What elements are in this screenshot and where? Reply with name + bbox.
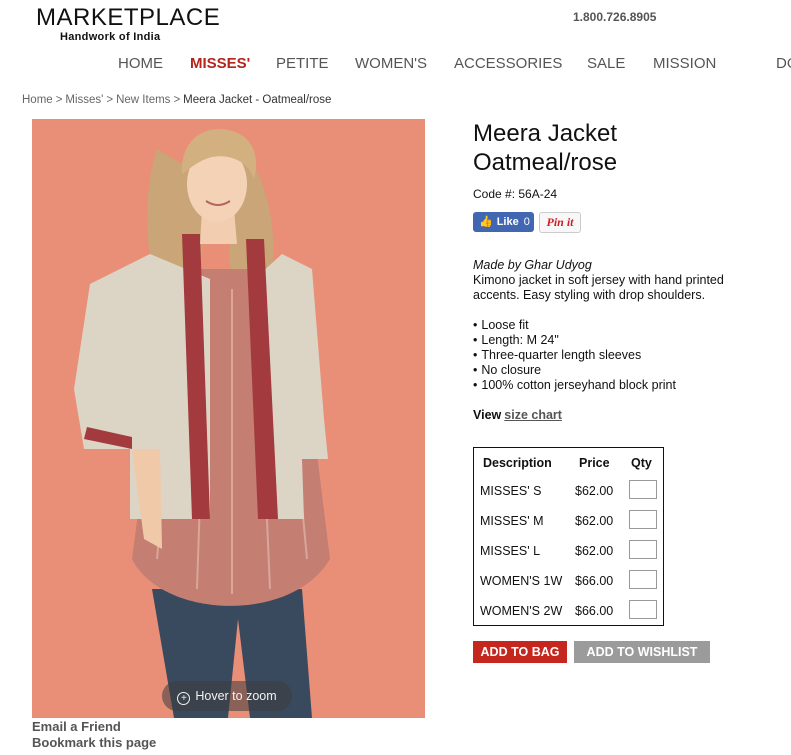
price-table: Description Price Qty MISSES' S $62.00 M… — [473, 447, 664, 626]
row-description: WOMEN'S 1W — [480, 574, 563, 588]
qty-input[interactable] — [629, 600, 657, 619]
breadcrumb: Home > Misses' > New Items > Meera Jacket - Oa… — [22, 94, 331, 106]
zoom-hint-label: Hover to zoom — [195, 689, 277, 703]
product-image[interactable]: + Hover to zoom — [32, 119, 425, 718]
feature-item: 100% cotton jerseyhand block print — [473, 378, 676, 393]
breadcrumb-separator: > — [173, 94, 181, 106]
model-illustration — [32, 119, 425, 718]
row-description: WOMEN'S 2W — [480, 604, 563, 618]
size-chart-prefix: View — [473, 408, 502, 422]
qty-input[interactable] — [629, 570, 657, 589]
row-description: MISSES' L — [480, 544, 541, 558]
add-to-bag-button[interactable]: ADD TO BAG — [473, 641, 567, 663]
row-price: $66.00 — [575, 574, 614, 588]
breadcrumb-separator: > — [55, 94, 63, 106]
product-code-value: 56A-24 — [518, 187, 558, 201]
pinterest-pin-button[interactable]: Pin it — [539, 212, 581, 233]
main-nav: HOME MISSES' PETITE WOMEN'S ACCESSORIES … — [0, 55, 791, 75]
feature-item: Loose fit — [473, 318, 676, 333]
zoom-plus-icon: + — [177, 692, 191, 705]
qty-input[interactable] — [629, 480, 657, 499]
feature-item: No closure — [473, 363, 676, 378]
row-description: MISSES' S — [480, 484, 542, 498]
row-price: $66.00 — [575, 604, 614, 618]
column-header-price: Price — [579, 456, 610, 470]
product-title-line2: Oatmeal/rose — [473, 149, 618, 176]
breadcrumb-new-items[interactable]: New Items — [116, 94, 170, 106]
add-to-wishlist-button[interactable]: ADD TO WISHLIST — [574, 641, 710, 663]
product-maker: Made by Ghar Udyog — [473, 258, 592, 272]
email-friend-link[interactable]: Email a Friend — [32, 719, 121, 734]
size-chart-link[interactable]: size chart — [504, 408, 562, 422]
nav-home[interactable]: HOME — [118, 55, 163, 72]
row-price: $62.00 — [575, 514, 614, 528]
product-title-line1: Meera Jacket — [473, 120, 618, 147]
description-line2: accents. Easy styling with drop shoulder… — [473, 288, 706, 302]
phone-number: 1.800.726.8905 — [573, 10, 657, 24]
product-code-label: Code #: — [473, 187, 516, 201]
breadcrumb-separator: > — [106, 94, 114, 106]
nav-petite[interactable]: PETITE — [276, 55, 329, 72]
nav-accessories[interactable]: ACCESSORIES — [454, 55, 562, 72]
hover-to-zoom-hint: + Hover to zoom — [162, 681, 292, 711]
site-logo[interactable]: MARKETPLACE Handwork of India — [36, 4, 221, 44]
row-price: $62.00 — [575, 544, 614, 558]
nav-sale[interactable]: SALE — [587, 55, 625, 72]
facebook-like-button[interactable]: 👍 Like 0 — [473, 212, 534, 232]
logo-title: MARKETPLACE — [36, 4, 221, 31]
product-title: Meera Jacket Oatmeal/rose — [473, 119, 617, 177]
like-count: 0 — [523, 216, 530, 228]
qty-input[interactable] — [629, 540, 657, 559]
feature-list: Loose fit Length: M 24" Three-quarter le… — [473, 318, 676, 393]
logo-subtitle: Handwork of India — [60, 31, 161, 43]
nav-womens[interactable]: WOMEN'S — [355, 55, 427, 72]
nav-misses[interactable]: MISSES' — [190, 55, 250, 72]
feature-item: Three-quarter length sleeves — [473, 348, 676, 363]
product-description: Kimono jacket in soft jersey with hand p… — [473, 273, 773, 303]
feature-item: Length: M 24" — [473, 333, 676, 348]
breadcrumb-misses[interactable]: Misses' — [65, 94, 103, 106]
product-code: Code #: 56A-24 — [473, 187, 557, 201]
breadcrumb-current: Meera Jacket - Oatmeal/rose — [183, 94, 332, 106]
thumbs-up-icon: 👍 — [479, 216, 493, 228]
column-header-qty: Qty — [631, 456, 652, 470]
row-price: $62.00 — [575, 484, 614, 498]
nav-do[interactable]: DO — [776, 55, 791, 72]
like-label: Like — [496, 216, 519, 228]
bookmark-link[interactable]: Bookmark this page — [32, 735, 156, 750]
nav-mission[interactable]: MISSION — [653, 55, 716, 72]
qty-input[interactable] — [629, 510, 657, 529]
description-line1: Kimono jacket in soft jersey with hand p… — [473, 273, 724, 287]
size-chart-row: View size chart — [473, 408, 562, 422]
breadcrumb-home[interactable]: Home — [22, 94, 53, 106]
row-description: MISSES' M — [480, 514, 544, 528]
column-header-description: Description — [483, 456, 552, 470]
